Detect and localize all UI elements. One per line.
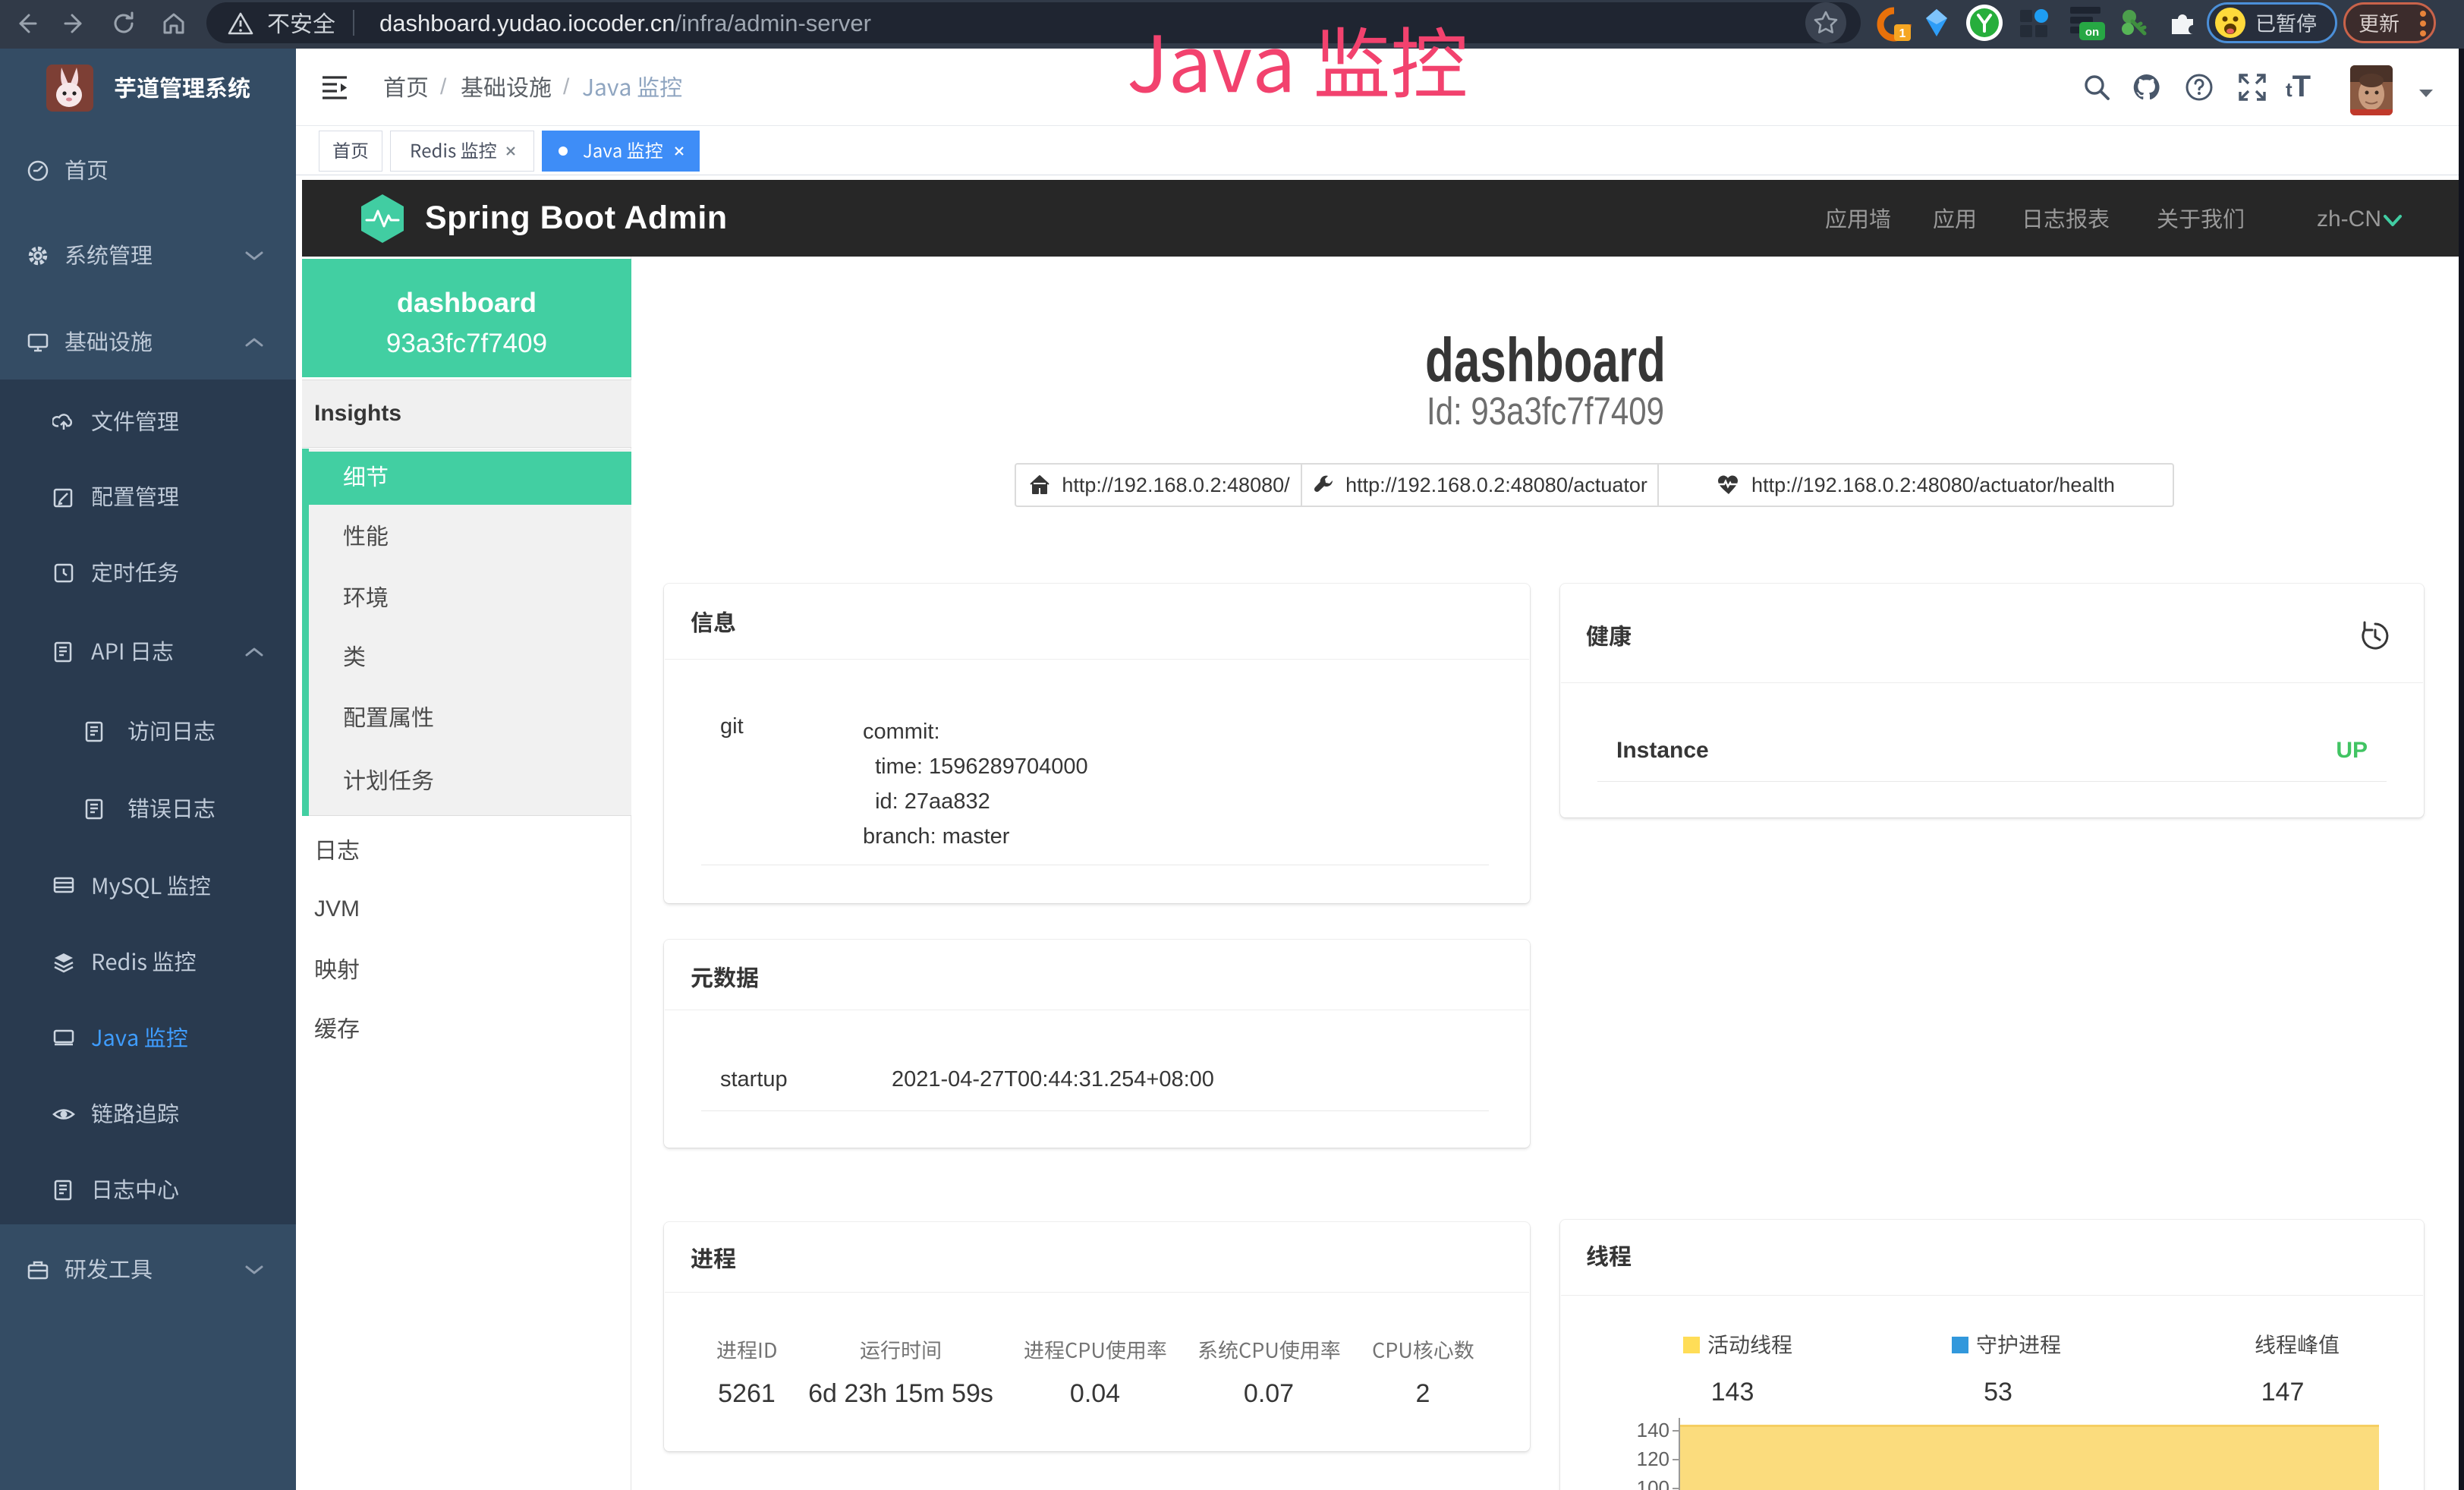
- svg-text:on: on: [2085, 26, 2099, 39]
- svg-text:1: 1: [1899, 27, 1906, 40]
